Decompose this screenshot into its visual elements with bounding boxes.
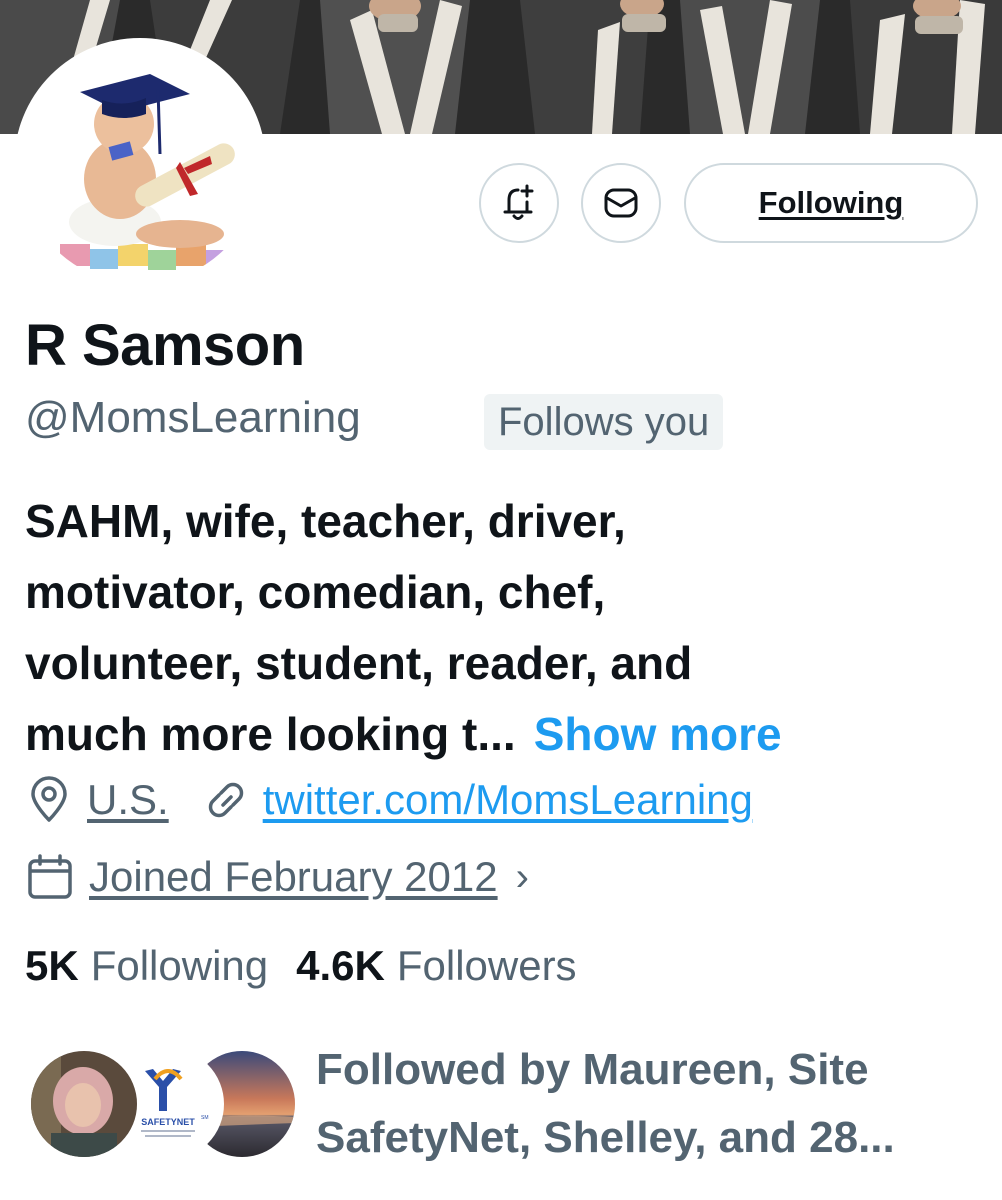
bio-line-last: much more looking t... Show more <box>25 699 985 770</box>
profile-meta-joined[interactable]: Joined February 2012 › <box>25 852 529 902</box>
safetynet-logo-text: SAFETYNET <box>141 1117 195 1127</box>
bio-truncated-text: much more looking t... <box>25 708 516 760</box>
bio-line: motivator, comedian, chef, <box>25 566 606 618</box>
display-name: R Samson <box>25 313 305 378</box>
link-icon <box>203 777 249 823</box>
following-button[interactable]: Following <box>684 163 978 243</box>
chevron-right-icon: › <box>515 854 529 899</box>
bio-line: SAHM, wife, teacher, driver, <box>25 495 626 547</box>
followed-by-avatar-maureen[interactable] <box>28 1048 140 1160</box>
safetynet-logo-mark: SM <box>201 1115 209 1121</box>
map-pin-icon <box>25 776 73 824</box>
show-more-link[interactable]: Show more <box>534 708 782 760</box>
following-label: Following <box>90 942 269 989</box>
followed-by-line: Followed by Maureen, Site <box>316 1045 869 1094</box>
bell-plus-icon <box>503 184 534 220</box>
website-link[interactable]: twitter.com/MomsLearning <box>263 776 753 824</box>
bio-line: volunteer, student, reader, and <box>25 637 693 689</box>
user-handle: @MomsLearning <box>25 393 361 442</box>
joined-date-link[interactable]: Joined February 2012 <box>89 853 498 901</box>
followers-label: Followers <box>396 942 577 989</box>
maureen-avatar-image <box>31 1051 137 1157</box>
follows-you-badge: Follows you <box>484 394 724 450</box>
follow-stats: 5K Following 4.6K Followers <box>25 942 577 990</box>
notifications-subscribe-button[interactable] <box>479 163 559 243</box>
profile-bio: SAHM, wife, teacher, driver, motivator, … <box>25 486 985 770</box>
profile-meta-location-website: U.S. twitter.com/MomsLearning <box>25 776 753 824</box>
followed-by-line: SafetyNet, Shelley, and 28... <box>316 1113 895 1162</box>
followers-count: 4.6K <box>296 942 385 989</box>
location-link[interactable]: U.S. <box>87 776 169 824</box>
baby-graduate-avatar-image <box>20 44 260 284</box>
following-count-link[interactable]: 5K Following <box>25 942 268 990</box>
following-count: 5K <box>25 942 79 989</box>
envelope-icon <box>604 188 638 218</box>
profile-avatar[interactable] <box>14 38 266 290</box>
followed-by-text[interactable]: Followed by Maureen, Site SafetyNet, She… <box>316 1036 996 1172</box>
followers-count-link[interactable]: 4.6K Followers <box>296 942 576 990</box>
direct-message-button[interactable] <box>581 163 661 243</box>
calendar-icon <box>25 852 75 902</box>
